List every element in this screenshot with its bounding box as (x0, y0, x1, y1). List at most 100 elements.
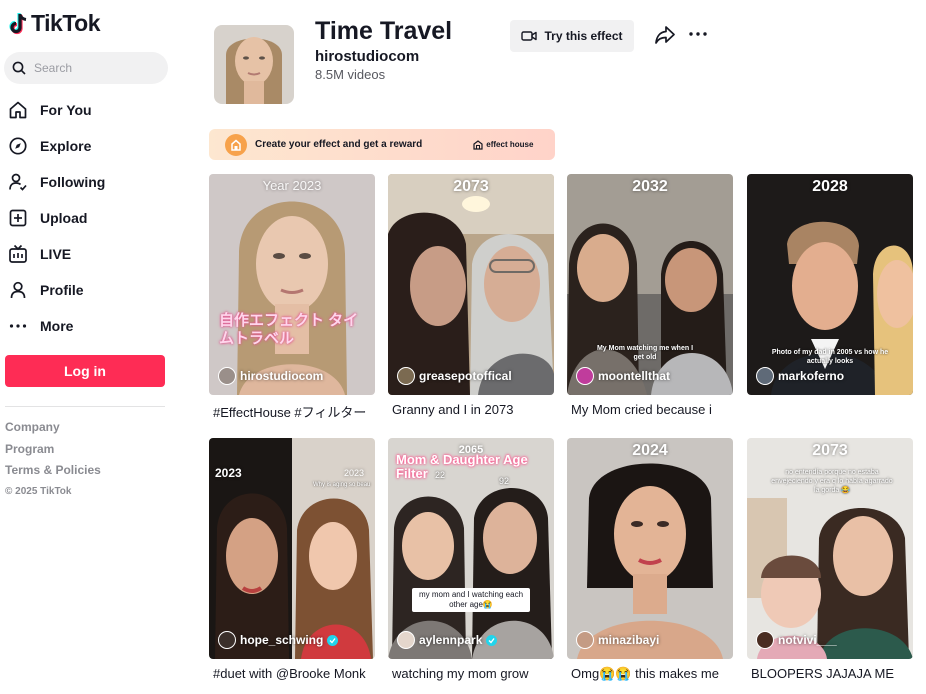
nav-item-upload[interactable]: Upload (8, 200, 173, 236)
nav-label: LIVE (40, 246, 72, 262)
sidebar-divider (5, 406, 165, 407)
avatar (397, 367, 415, 385)
avatar (576, 367, 594, 385)
video-user-row: notvivi___ (756, 631, 837, 649)
video-year-label-secondary: 2023 (344, 468, 365, 478)
video-thumbnail[interactable]: 2073 greasepotoffical (388, 174, 554, 395)
footer-link-company[interactable]: Company (5, 420, 101, 442)
nav-label: Profile (40, 282, 84, 298)
effect-video-count: 8.5M videos (315, 67, 386, 82)
nav-item-for-you[interactable]: For You (8, 92, 173, 128)
video-thumbnail[interactable]: Year 2023 自作エフェクト タイムトラベル hirostudiocom (209, 174, 375, 395)
search-input[interactable] (34, 61, 154, 75)
video-thumbnail[interactable]: 2023 2023 Why is aging so beau hope_schw… (209, 438, 375, 659)
video-user-row: moontellthat (576, 367, 670, 385)
video-user-row: hirostudiocom (218, 367, 323, 385)
video-card[interactable]: 2023 2023 Why is aging so beau hope_schw… (209, 438, 375, 681)
video-thumbnail[interactable]: 2032 My Mom watching me when I get old m… (567, 174, 733, 395)
video-card[interactable]: 2028 Photo of my dad in 2005 vs how he a… (747, 174, 913, 402)
effect-author[interactable]: hirostudiocom (315, 48, 419, 65)
video-username[interactable]: moontellthat (598, 369, 670, 383)
effect-house-icon (225, 133, 247, 156)
try-effect-button[interactable]: Try this effect (510, 20, 634, 52)
video-card[interactable]: 2073 no entendía porque no estaba enveje… (747, 438, 913, 681)
video-caption[interactable]: Granny and I in 2073 (388, 402, 554, 417)
footer-link-program[interactable]: Program (5, 442, 101, 464)
video-user-row: hope_schwing (218, 631, 339, 649)
following-icon (8, 172, 28, 192)
video-overlay-text: Photo of my dad in 2005 vs how he actual… (771, 349, 889, 365)
video-year-label: Year 2023 (262, 178, 322, 193)
sidebar-footer: Company Program Terms & Policies © 2025 … (5, 420, 101, 497)
more-dots-icon (8, 316, 28, 336)
video-year-label: 2032 (632, 178, 668, 195)
video-username[interactable]: hope_schwing (240, 633, 323, 647)
effect-house-brand: effect house (473, 139, 533, 150)
avatar (397, 631, 415, 649)
try-effect-label: Try this effect (544, 29, 623, 43)
video-thumbnail[interactable]: 2028 Photo of my dad in 2005 vs how he a… (747, 174, 913, 395)
video-caption[interactable]: BLOOPERS JAJAJA ME (747, 666, 913, 681)
video-card[interactable]: Mom & Daughter Age Filter 2065 22 92 my … (388, 438, 554, 681)
video-username[interactable]: hirostudiocom (240, 369, 323, 383)
more-options-icon[interactable] (688, 24, 708, 44)
nav-label: More (40, 318, 74, 334)
video-card[interactable]: Year 2023 自作エフェクト タイムトラベル hirostudiocom … (209, 174, 375, 421)
video-card[interactable]: 2073 greasepotoffical Granny and I in 20… (388, 174, 554, 417)
compass-icon (8, 136, 28, 156)
search-icon (12, 61, 26, 75)
video-username[interactable]: markoferno (778, 369, 844, 383)
video-overlay-text: 自作エフェクト タイムトラベル (219, 312, 359, 347)
sidebar: TikTok For You Explore Following (0, 0, 178, 694)
avatar (218, 367, 236, 385)
nav-label: Upload (40, 210, 88, 226)
verified-badge-icon (327, 634, 339, 646)
video-user-row: greasepotoffical (397, 367, 512, 385)
tiktok-logo[interactable]: TikTok (8, 10, 101, 37)
video-year-label: 2024 (632, 442, 668, 459)
video-caption[interactable]: #duet with @Brooke Monk (209, 666, 375, 681)
video-card[interactable]: 2032 My Mom watching me when I get old m… (567, 174, 733, 417)
nav-item-live[interactable]: LIVE (8, 236, 173, 272)
video-caption[interactable]: My Mom cried because i (567, 402, 733, 417)
nav-item-profile[interactable]: Profile (8, 272, 173, 308)
video-card[interactable]: 2024 minazibayi Omg😭😭 this makes me (567, 438, 733, 682)
video-caption[interactable]: #EffectHouse #フィルター (209, 402, 375, 421)
avatar (218, 631, 236, 649)
video-username[interactable]: greasepotoffical (419, 369, 512, 383)
video-age-left: 22 (434, 470, 445, 480)
login-button[interactable]: Log in (5, 355, 165, 387)
nav-item-explore[interactable]: Explore (8, 128, 173, 164)
copyright: © 2025 TikTok (5, 485, 72, 497)
effect-thumbnail (214, 25, 294, 104)
video-thumbnail[interactable]: Mom & Daughter Age Filter 2065 22 92 my … (388, 438, 554, 659)
nav-label: Following (40, 174, 106, 190)
effect-house-logo-icon (473, 139, 483, 150)
video-caption[interactable]: Omg😭😭 this makes me (567, 666, 733, 682)
search-bar[interactable] (4, 52, 168, 84)
footer-link-terms[interactable]: Terms & Policies (5, 463, 101, 485)
video-username[interactable]: notvivi___ (778, 633, 837, 647)
video-thumbnail[interactable]: 2073 no entendía porque no estaba enveje… (747, 438, 913, 659)
video-thumbnail[interactable]: 2024 minazibayi (567, 438, 733, 659)
video-year-label: 2028 (812, 178, 848, 195)
video-username[interactable]: minazibayi (598, 633, 659, 647)
nav-item-more[interactable]: More (8, 308, 173, 344)
effect-house-banner[interactable]: Create your effect and get a reward effe… (209, 129, 555, 160)
profile-icon (8, 280, 28, 300)
video-year-label: 2073 (453, 178, 489, 195)
avatar (756, 367, 774, 385)
video-user-row: minazibayi (576, 631, 659, 649)
video-overlay-title: Mom & Daughter Age Filter (396, 452, 528, 481)
share-icon[interactable] (654, 24, 676, 46)
video-username[interactable]: aylennpark (419, 633, 482, 647)
video-age-right: 92 (498, 476, 509, 486)
nav-item-following[interactable]: Following (8, 164, 173, 200)
home-icon (8, 100, 28, 120)
video-camera-icon (521, 31, 538, 41)
avatar (576, 631, 594, 649)
nav-label: For You (40, 102, 92, 118)
video-user-row: markoferno (756, 367, 844, 385)
video-caption[interactable]: watching my mom grow (388, 666, 554, 681)
tiktok-logo-icon (9, 12, 27, 34)
